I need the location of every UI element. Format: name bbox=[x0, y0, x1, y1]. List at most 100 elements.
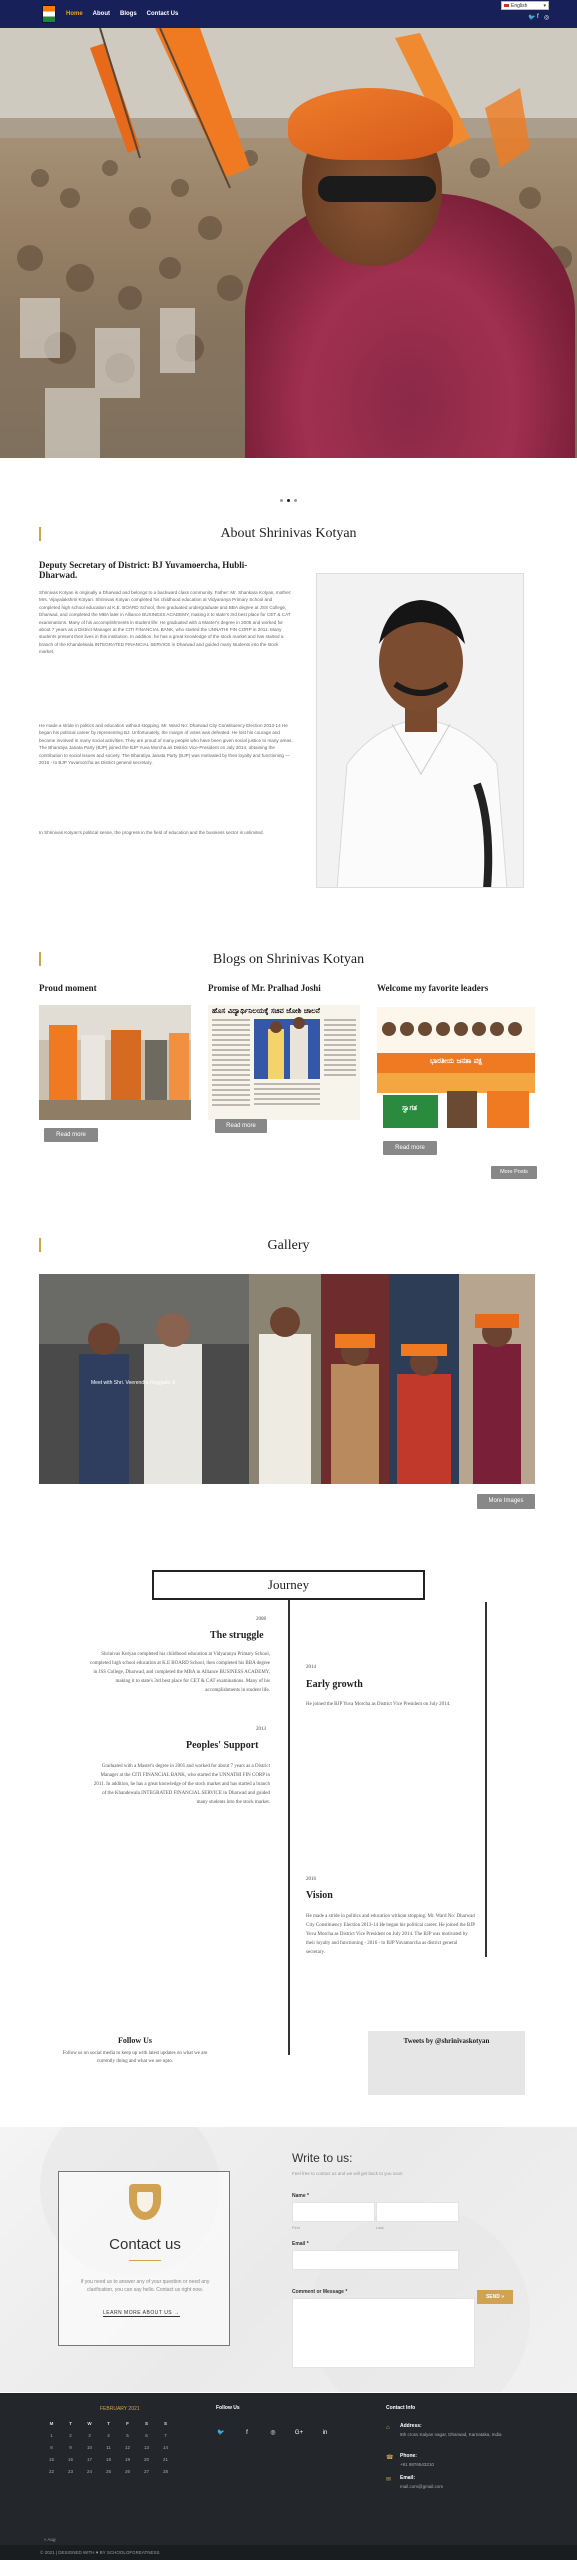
blog-image-banner[interactable]: ಭಾರತೀಯ ಜನತಾ ಪಕ್ಷ ಸ್ವಾಗತ bbox=[377, 1007, 535, 1132]
email-icon: ✉ bbox=[386, 2477, 392, 2483]
twitter-icon[interactable]: 🐦 bbox=[216, 2428, 226, 2438]
gallery-image[interactable]: Meet with Shri. Veerendra Heggade Ji bbox=[39, 1274, 249, 1484]
address-label: Address: bbox=[400, 2423, 422, 2429]
send-button[interactable]: SEND » bbox=[477, 2290, 513, 2304]
instagram-icon[interactable]: ◎ bbox=[544, 14, 549, 21]
message-label: Comment or Message * bbox=[292, 2289, 348, 2295]
message-textarea[interactable] bbox=[292, 2298, 475, 2368]
calendar-day: 21 bbox=[162, 2456, 168, 2462]
gallery-image[interactable] bbox=[459, 1274, 535, 1484]
about-subtitle: Deputy Secretary of District: BJ Yuvamoe… bbox=[39, 560, 248, 580]
calendar-day-header: M bbox=[49, 2420, 54, 2426]
facebook-icon[interactable]: f bbox=[537, 14, 539, 20]
read-more-button[interactable]: Read more bbox=[383, 1141, 437, 1155]
blog-card[interactable]: Promise of Mr. Pralhad Joshi ಹೊಸ ವಿದ್ಯಾರ… bbox=[208, 983, 360, 1120]
blog-title[interactable]: Proud moment bbox=[39, 983, 191, 993]
calendar-day: 4 bbox=[107, 2432, 110, 2438]
tweets-widget[interactable]: Tweets by @shrinivaskotyan bbox=[368, 2031, 525, 2095]
nav-item-blogs[interactable]: Blogs bbox=[120, 11, 137, 17]
contact-card-title: Contact us bbox=[109, 2236, 181, 2253]
blog-image-newspaper[interactable]: ಹೊಸ ವಿದ್ಯಾರ್ಥಿನಿಲಯಕ್ಕೆ ಸಚಿವ ಜೋಶಿ ಚಾಲನೆ bbox=[208, 1005, 360, 1120]
email-field[interactable] bbox=[292, 2250, 459, 2270]
first-name-sublabel: First bbox=[292, 2225, 300, 2230]
gallery-image[interactable] bbox=[389, 1274, 459, 1484]
follow-us-text: Follow us on social media to keep up wit… bbox=[62, 2051, 208, 2064]
calendar-day: 10 bbox=[86, 2444, 92, 2450]
timeline-text: He joined the BJP Yuva Morcha as Distric… bbox=[306, 1702, 451, 1707]
copyright: © 2021 | DESIGNED WITH ♥ BY SCHOOLOFGREA… bbox=[0, 2545, 577, 2560]
calendar-day-header: F bbox=[126, 2420, 129, 2426]
hero-person-turban bbox=[288, 88, 453, 160]
calendar-month: FEBRUARY 2021 bbox=[100, 2406, 140, 2412]
calendar-table: M T W T F S S 1 2 3 4 5 6 7 8 9 10 11 12… bbox=[42, 2417, 175, 2477]
language-selector[interactable]: English bbox=[501, 1, 549, 10]
linkedin-icon[interactable]: in bbox=[320, 2428, 330, 2438]
calendar-day: 9 bbox=[69, 2444, 72, 2450]
blogs-title: Blogs on Shrinivas Kotyan bbox=[212, 952, 365, 967]
form-subtitle: Feel free to contact us and we will get … bbox=[292, 2171, 403, 2176]
nav-item-about[interactable]: About bbox=[93, 11, 110, 17]
googleplus-icon[interactable]: G+ bbox=[294, 2428, 304, 2438]
calendar-day: 25 bbox=[105, 2468, 111, 2474]
slider-dot-active[interactable] bbox=[287, 499, 290, 502]
facebook-icon[interactable]: f bbox=[242, 2428, 252, 2438]
blog-title[interactable]: Welcome my favorite leaders bbox=[377, 983, 529, 993]
top-navbar: Home About Blogs Contact Us English 🐦 f … bbox=[0, 0, 577, 28]
learn-more-link[interactable]: LEARN MORE ABOUT US → bbox=[103, 2310, 180, 2317]
slider-dot[interactable] bbox=[280, 499, 283, 502]
about-portrait-image bbox=[316, 573, 524, 888]
read-more-button[interactable]: Read more bbox=[44, 1128, 98, 1142]
blog-title[interactable]: Promise of Mr. Pralhad Joshi bbox=[208, 983, 360, 993]
email-value[interactable]: mail.com@gmail.com bbox=[400, 2483, 443, 2490]
twitter-icon[interactable]: 🐦 bbox=[528, 14, 535, 21]
hero-slider bbox=[0, 28, 577, 458]
last-name-input[interactable] bbox=[376, 2202, 459, 2222]
calendar-day: 14 bbox=[162, 2444, 168, 2450]
timeline-year: 2013 bbox=[256, 1727, 266, 1732]
form-title: Write to us: bbox=[292, 2151, 353, 2165]
calendar-prev-link[interactable]: « Aug bbox=[44, 2537, 56, 2542]
footer: FEBRUARY 2021 M T W T F S S 1 2 3 4 5 6 … bbox=[0, 2393, 577, 2545]
divider bbox=[129, 2260, 161, 2261]
calendar-day-header: S bbox=[163, 2420, 167, 2426]
calendar-day: 24 bbox=[86, 2468, 92, 2474]
calendar-day-header: W bbox=[87, 2420, 92, 2426]
calendar-day: 8 bbox=[50, 2444, 53, 2450]
logo[interactable] bbox=[42, 5, 56, 23]
gallery-strip[interactable]: Meet with Shri. Veerendra Heggade Ji bbox=[39, 1274, 535, 1484]
calendar-day: 13 bbox=[143, 2444, 149, 2450]
banner-welcome: ಸ್ವಾಗತ bbox=[402, 1104, 417, 1112]
blog-card[interactable]: Welcome my favorite leaders ಭಾರತೀಯ ಜನತಾ … bbox=[377, 983, 535, 1132]
timeline-title: Vision bbox=[306, 1890, 333, 1901]
calendar-day-header: S bbox=[144, 2420, 148, 2426]
gallery-title: Gallery bbox=[267, 1238, 310, 1253]
calendar-day: 27 bbox=[143, 2468, 149, 2474]
nav-item-contact[interactable]: Contact Us bbox=[147, 11, 179, 17]
blog-card[interactable]: Proud moment bbox=[39, 983, 191, 1120]
calendar-day: 15 bbox=[48, 2456, 54, 2462]
contact-card-text: If you need us to answer any of your que… bbox=[80, 2279, 210, 2293]
read-more-button[interactable]: Read more bbox=[215, 1119, 267, 1133]
name-label: Name * bbox=[292, 2193, 309, 2199]
blog-image[interactable] bbox=[39, 1005, 191, 1120]
gallery-image[interactable] bbox=[249, 1274, 321, 1484]
calendar-day-header: T bbox=[69, 2420, 72, 2426]
timeline-title: Peoples' Support bbox=[186, 1740, 259, 1751]
instagram-icon[interactable]: ◎ bbox=[268, 2428, 278, 2438]
timeline-year: 2016 bbox=[306, 1877, 316, 1882]
more-posts-button[interactable]: More Posts bbox=[491, 1166, 537, 1179]
timeline-line bbox=[288, 1600, 290, 2055]
calendar-day: 5 bbox=[126, 2432, 129, 2438]
more-images-button[interactable]: More Images bbox=[477, 1494, 535, 1509]
gallery-image[interactable] bbox=[321, 1274, 389, 1484]
timeline-text: Shrinivas Kotyan completed his childhood… bbox=[90, 1652, 270, 1693]
timeline-text: Graduated with a Master's degree in 2005… bbox=[93, 1764, 270, 1805]
footer-follow-title: Follow Us bbox=[216, 2405, 240, 2411]
location-icon: ⌂ bbox=[386, 2425, 390, 2431]
first-name-input[interactable] bbox=[292, 2202, 375, 2222]
slider-dot[interactable] bbox=[294, 499, 297, 502]
calendar-day: 3 bbox=[88, 2432, 91, 2438]
phone-value: +91 9876543210 bbox=[400, 2462, 434, 2467]
nav-item-home[interactable]: Home bbox=[66, 11, 83, 17]
calendar-day: 1 bbox=[50, 2432, 53, 2438]
